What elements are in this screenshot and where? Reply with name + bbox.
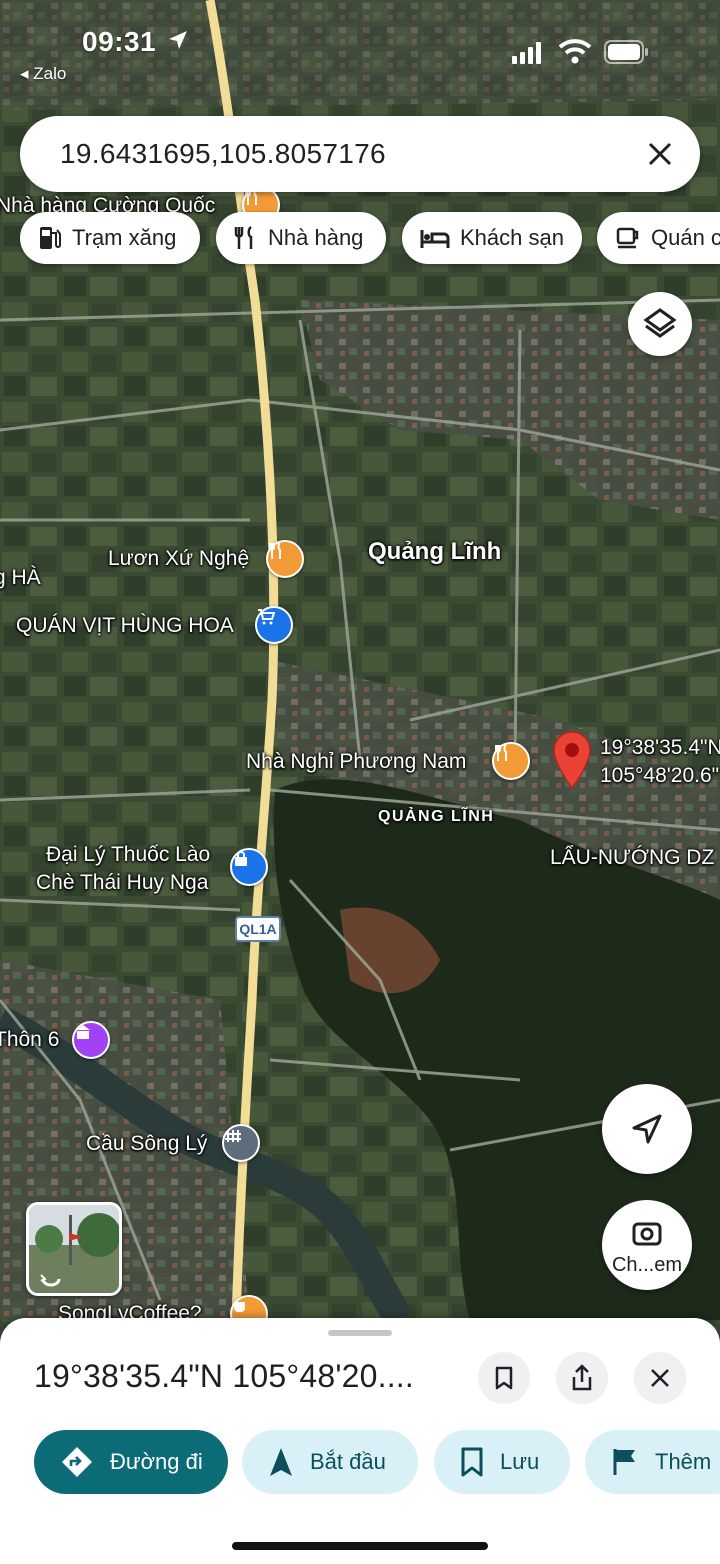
map-label-quan-vit[interactable]: QUÁN VỊT HÙNG HOA (16, 614, 234, 638)
restaurant-icon (234, 225, 253, 249)
chip-label: Trạm xăng (72, 225, 177, 250)
camera-button-label: Ch...em (611, 1254, 683, 1276)
coffee-icon (616, 227, 639, 249)
location-arrow-icon (169, 31, 187, 49)
save-label: Lưu (500, 1449, 540, 1474)
search-bar[interactable]: 19.6431695,105.8057176 (20, 116, 700, 192)
bridge-poi-icon[interactable] (222, 1124, 260, 1162)
chip-hotel[interactable]: Khách sạn (402, 212, 582, 264)
camera-search-button[interactable]: Ch...em (602, 1200, 692, 1290)
street-view-image (29, 1205, 119, 1293)
camera-icon (632, 1222, 662, 1246)
directions-icon (62, 1447, 92, 1477)
map-label-lau-nuong[interactable]: LẨU-NƯỚNG DZ (550, 846, 714, 870)
status-bar: 09:31 ◂ Zalo (0, 0, 720, 90)
map-label-cau-song-ly[interactable]: Cầu Sông Lý (86, 1132, 207, 1156)
share-button[interactable] (556, 1352, 608, 1404)
layers-button[interactable] (628, 292, 692, 356)
close-icon[interactable] (646, 140, 674, 168)
chip-label: Quán c (651, 225, 720, 250)
my-location-button[interactable] (602, 1084, 692, 1174)
more-label: Thêm (655, 1449, 712, 1474)
road-shield-ql1a: QL1A (235, 916, 281, 942)
map-label-nha-nghi[interactable]: Nhà Nghỉ Phương Nam (246, 750, 466, 774)
chip-gas-station[interactable]: Trạm xăng (20, 212, 200, 264)
back-to-app-link[interactable]: ◂ Zalo (20, 64, 66, 84)
map-label-dai-ly-2[interactable]: Chè Thái Huy Nga (36, 871, 208, 895)
landmark-poi-icon[interactable] (72, 1021, 110, 1059)
navigation-arrow-icon (632, 1114, 662, 1144)
map-label-quang-linh-area: QUẢNG LĨNH (378, 808, 495, 825)
shopping-cart-icon[interactable] (255, 606, 293, 644)
place-bottom-sheet[interactable]: 19°38'35.4"N 105°48'20.... Đường đi Bắt … (0, 1318, 720, 1564)
start-label: Bắt đầu (310, 1449, 386, 1474)
chip-label: Nhà hàng (268, 225, 364, 250)
search-input[interactable]: 19.6431695,105.8057176 (60, 138, 386, 170)
gas-station-icon (40, 227, 61, 249)
flag-icon (613, 1449, 635, 1475)
street-view-thumbnail[interactable] (26, 1202, 122, 1296)
start-button[interactable]: Bắt đầu (242, 1430, 418, 1494)
chip-restaurant[interactable]: Nhà hàng (216, 212, 386, 264)
restaurant-poi-icon[interactable] (492, 742, 530, 780)
map-label-luon-xu-nghe[interactable]: Lươn Xứ Nghệ (108, 547, 249, 571)
bookmark-icon (495, 1366, 513, 1390)
directions-button[interactable]: Đường đi (34, 1430, 228, 1494)
chip-coffee[interactable]: Quán c (597, 212, 720, 264)
save-bookmark-button[interactable] (478, 1352, 530, 1404)
chip-label: Khách sạn (460, 225, 564, 250)
sheet-drag-handle[interactable] (328, 1330, 392, 1336)
place-title: 19°38'35.4"N 105°48'20.... (34, 1358, 414, 1394)
more-button[interactable]: Thêm (585, 1430, 720, 1494)
layers-icon (643, 308, 677, 338)
pin-latitude-label: 19°38'35.4"N (600, 736, 720, 759)
navigation-icon (270, 1448, 292, 1476)
restaurant-poi-icon[interactable] (266, 540, 304, 578)
hotel-icon (420, 230, 450, 248)
map-label-dai-ly-1[interactable]: Đại Lý Thuốc Lào (46, 843, 210, 867)
save-button[interactable]: Lưu (434, 1430, 570, 1494)
wifi-icon (558, 39, 592, 64)
dropped-pin-icon[interactable] (550, 728, 594, 790)
map-label-ha[interactable]: g HÀ (0, 566, 41, 590)
pin-longitude-label: 105°48'20.6" (600, 764, 720, 787)
map-label-thon-6[interactable]: Thôn 6 (0, 1028, 59, 1052)
map-label-quang-linh[interactable]: Quảng Lĩnh (368, 538, 501, 566)
shopping-bag-icon[interactable] (230, 848, 268, 886)
close-sheet-button[interactable] (634, 1352, 686, 1404)
close-icon (651, 1369, 669, 1387)
share-icon (572, 1364, 592, 1391)
bookmark-icon (461, 1447, 483, 1477)
home-indicator[interactable] (232, 1542, 488, 1550)
cellular-signal-icon (512, 42, 541, 64)
status-time: 09:31 (82, 26, 157, 57)
battery-icon (604, 40, 648, 64)
directions-label: Đường đi (110, 1449, 203, 1474)
category-chips: Trạm xăng Nhà hàng Khách sạn Quán c (0, 212, 720, 266)
